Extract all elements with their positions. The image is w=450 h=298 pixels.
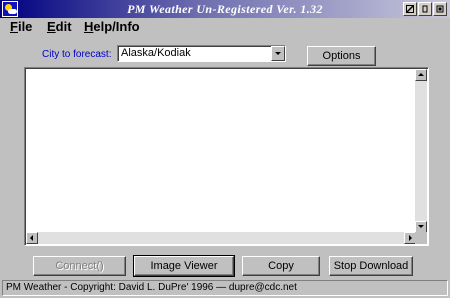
app-window: PM Weather Un-Registered Ver. 1.32 File … [0,0,450,298]
city-label: City to forecast: [42,49,112,60]
vertical-scrollbar[interactable] [415,69,427,233]
menu-help-info[interactable]: Help/Info [84,19,140,34]
maximize-icon [422,5,428,13]
connect-button[interactable]: Connect() [33,256,126,276]
scrollbar-corner [415,232,427,244]
menu-edit[interactable]: Edit [47,19,72,34]
close-button[interactable] [433,2,447,16]
minimize-button[interactable] [403,2,417,16]
chevron-down-icon[interactable] [271,46,285,61]
options-button[interactable]: Options [307,46,376,66]
menu-file[interactable]: File [10,19,32,34]
close-icon [436,5,444,13]
image-viewer-button[interactable]: Image Viewer [133,255,235,277]
scroll-left-icon[interactable] [26,232,38,244]
status-text: PM Weather - Copyright: David L. DuPre' … [6,282,297,293]
city-value: Alaska/Kodiak [121,47,191,59]
forecast-output[interactable] [24,67,429,246]
title-bar[interactable]: PM Weather Un-Registered Ver. 1.32 [0,0,450,18]
copy-button[interactable]: Copy [242,256,320,276]
horizontal-scrollbar[interactable] [26,232,416,244]
status-bar: PM Weather - Copyright: David L. DuPre' … [2,280,448,296]
minimize-icon [406,5,414,13]
city-select[interactable]: Alaska/Kodiak [117,45,286,62]
window-title: PM Weather Un-Registered Ver. 1.32 [127,2,323,16]
menu-bar: File Edit Help/Info [0,18,450,37]
scroll-up-icon[interactable] [415,69,427,81]
maximize-button[interactable] [418,2,432,16]
stop-download-button[interactable]: Stop Download [329,256,413,276]
